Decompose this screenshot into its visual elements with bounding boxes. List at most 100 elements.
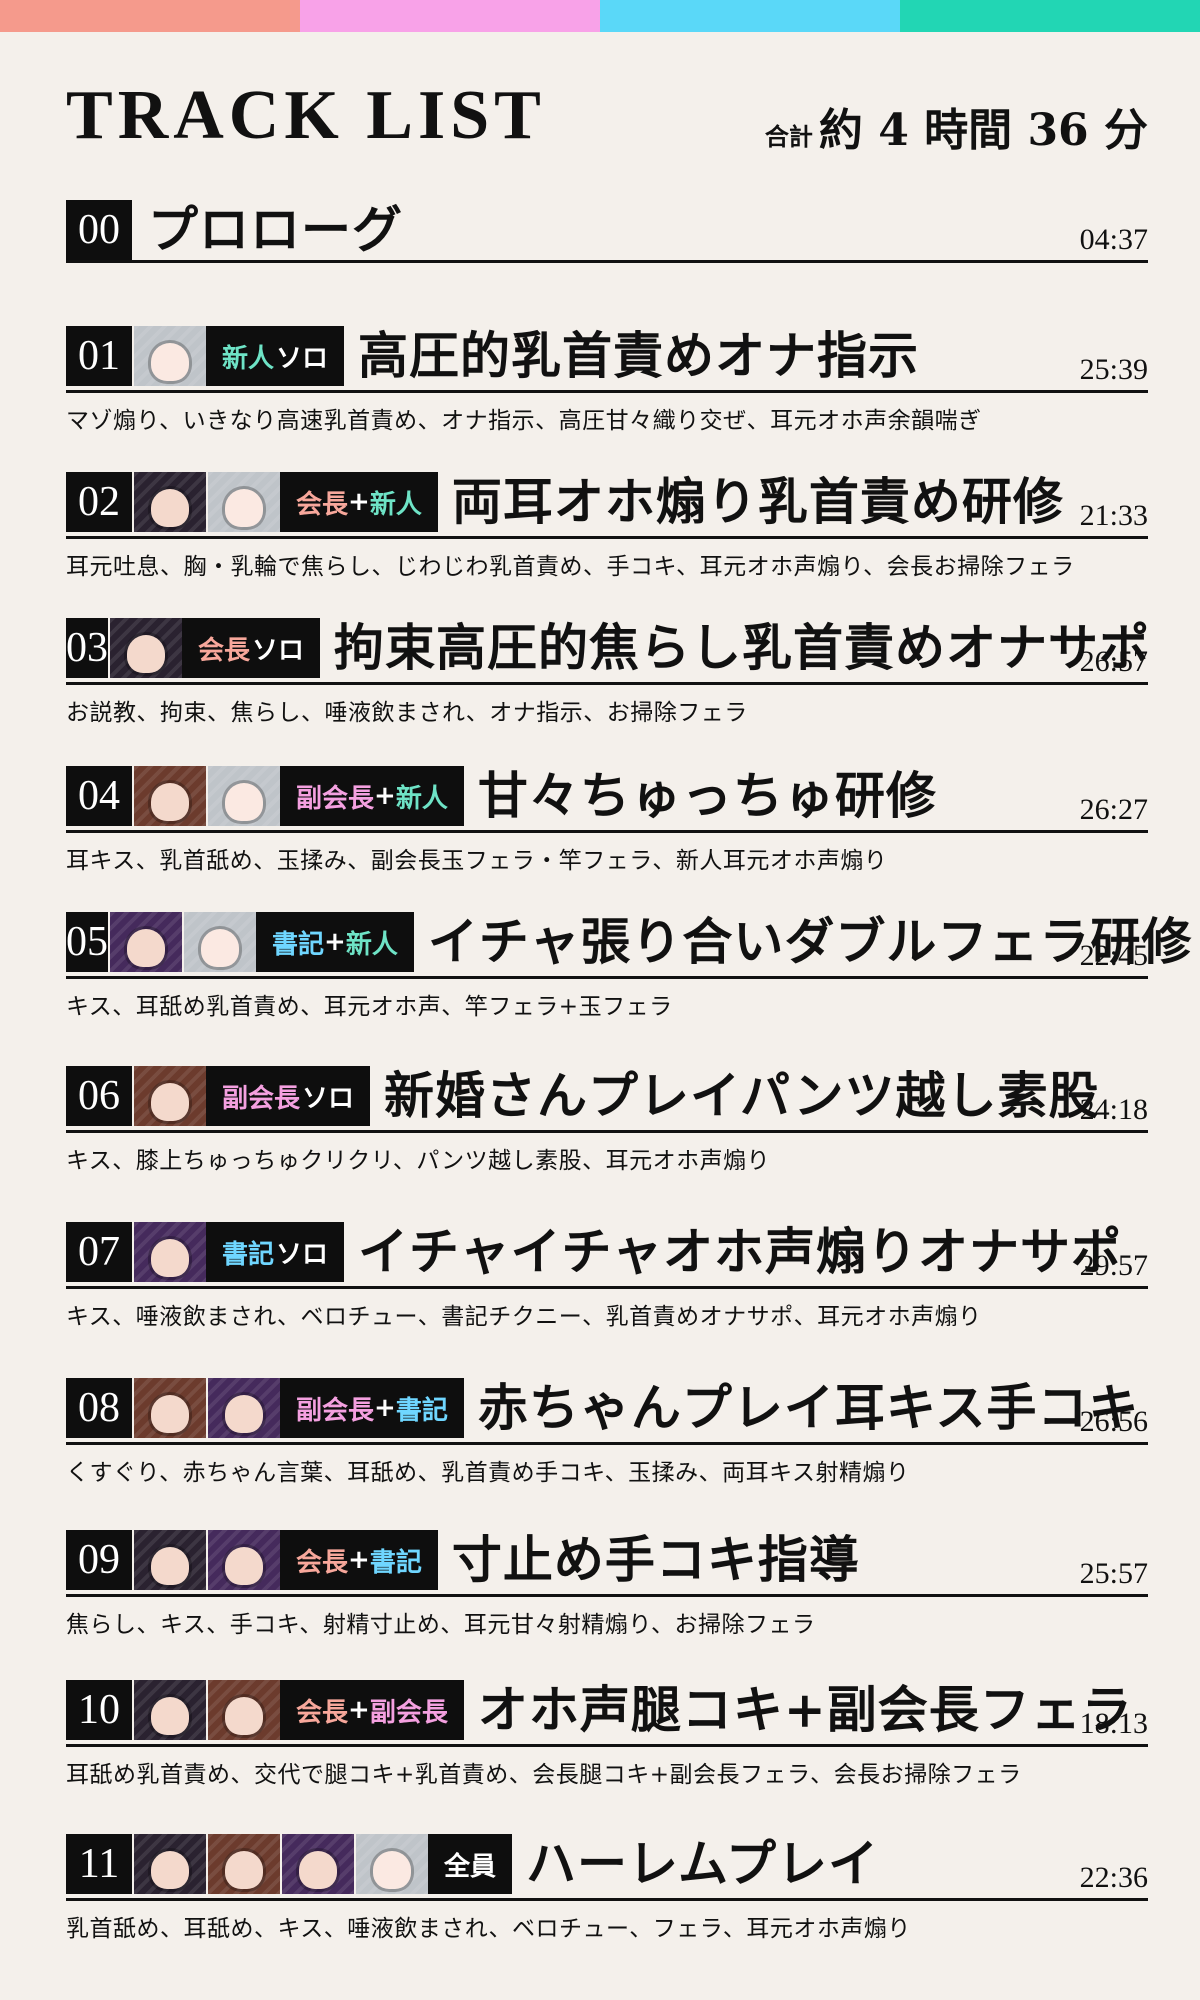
track-header: 03 会長 ソロ 拘束高圧的焦らし乳首責めオナサポ 26:57 (66, 618, 1151, 685)
track-row[interactable]: 06 副会長 ソロ 新婚さんプレイパンツ越し素股 24:18 キス、膝上ちゅっちゅクリクリ… (66, 1066, 1148, 1175)
character-fuku-thumbnail (134, 1066, 206, 1126)
color-bar-segment (600, 0, 900, 32)
track-row[interactable]: 00 プロローグ 04:37 (66, 200, 1148, 263)
character-thumbnails (132, 472, 280, 532)
track-title: 拘束高圧的焦らし乳首責めオナサポ (334, 618, 1151, 677)
character-kaicho-thumbnail (134, 472, 206, 532)
track-header: 06 副会長 ソロ 新婚さんプレイパンツ越し素股 24:18 (66, 1066, 1148, 1133)
role-badge: 会長 + 書記 (280, 1530, 438, 1590)
character-face-icon (201, 929, 239, 967)
role-badge-part: 会長 (296, 489, 349, 520)
track-description: 乳首舐め、耳舐め、キス、唾液飲まされ、ベロチュー、フェラ、耳元オホ声煽り (66, 1916, 911, 1942)
track-header: 07 書記 ソロ イチャイチャオホ声煽りオナサポ 29:57 (66, 1222, 1148, 1289)
track-description: キス、耳舐め乳首責め、耳元オホ声、竿フェラ+玉フェラ (66, 994, 673, 1020)
role-badge-part: 会長 (296, 1547, 349, 1578)
character-kaicho-thumbnail (110, 618, 182, 678)
role-badge-part: 全員 (444, 1851, 497, 1882)
character-shoki-thumbnail (208, 1378, 280, 1438)
track-row[interactable]: 09 会長 + 書記 寸止め手コキ指導 25:57 焦らし、キス、手コキ、射精寸止め、耳元甘… (66, 1530, 1148, 1639)
character-face-icon (151, 1547, 189, 1585)
character-thumbnails (132, 1680, 280, 1740)
track-row[interactable]: 02 会長 + 新人 両耳オホ煽り乳首責め研修 21:33 耳元吐息、胸・乳輪で焦らし、じわ… (66, 472, 1148, 581)
role-badge: 書記 + 新人 (256, 912, 414, 972)
track-title: プロローグ (148, 200, 403, 259)
track-description: くすぐり、赤ちゃん言葉、耳舐め、乳首責め手コキ、玉揉み、両耳キス射精煽り (66, 1460, 910, 1486)
character-face-icon (151, 1239, 189, 1277)
role-badge-part: ソロ (276, 343, 329, 374)
total-value: 約 4 時間 36 分 (818, 105, 1148, 156)
role-badge-part: ソロ (302, 1083, 355, 1114)
character-kaicho-thumbnail (134, 1834, 206, 1894)
track-number: 00 (66, 200, 132, 260)
role-badge: 全員 (428, 1834, 513, 1894)
track-description: マゾ煽り、いきなり高速乳首責め、オナ指示、高圧甘々織り交ぜ、耳元オホ声余韻喘ぎ (66, 408, 982, 434)
role-badge-part: 会長 (198, 635, 251, 666)
role-badge-part: 副会長 (296, 1395, 375, 1426)
role-badge: 新人 ソロ (206, 326, 345, 386)
role-badge-part: 副会長 (369, 1697, 448, 1728)
track-description: 耳舐め乳首責め、交代で腿コキ+乳首責め、会長腿コキ+副会長フェラ、会長お掃除フェ… (66, 1762, 1022, 1788)
track-row[interactable]: 05 書記 + 新人 イチャ張り合いダブルフェラ研修 22:45 キス、耳舐め乳首責め、耳元… (66, 912, 1191, 1021)
role-badge: 書記 ソロ (206, 1222, 345, 1282)
track-duration: 25:39 (1079, 353, 1148, 386)
character-thumbnails (132, 1066, 206, 1126)
role-badge-part: 新人 (222, 343, 275, 374)
track-duration: 18:13 (1079, 1707, 1148, 1740)
track-header: 11 全員 ハーレムプレイ 22:36 (66, 1834, 1148, 1901)
track-header: 10 会長 + 副会長 オホ声腿コキ+副会長フェラ 18:13 (66, 1680, 1148, 1747)
role-badge-part: ソロ (252, 635, 305, 666)
color-bar-segment (300, 0, 600, 32)
track-title: 高圧的乳首責めオナ指示 (358, 326, 920, 385)
track-row[interactable]: 01 新人 ソロ 高圧的乳首責めオナ指示 25:39 マゾ煽り、いきなり高速乳首責め、オナ… (66, 326, 1148, 435)
character-face-icon (151, 1851, 189, 1889)
role-badge-part: + (374, 781, 396, 811)
character-shoki-thumbnail (282, 1834, 354, 1894)
character-shoki-thumbnail (208, 1530, 280, 1590)
track-row[interactable]: 04 副会長 + 新人 甘々ちゅっちゅ研修 26:27 耳キス、乳首舐め、玉揉み、副会長玉フ… (66, 766, 1148, 875)
track-header: 00 プロローグ 04:37 (66, 200, 1148, 263)
role-badge-part: 書記 (395, 1395, 448, 1426)
character-thumbnails (132, 1834, 428, 1894)
track-title: 寸止め手コキ指導 (451, 1530, 860, 1589)
character-face-icon (225, 1395, 263, 1433)
track-title: イチャ張り合いダブルフェラ研修 (427, 912, 1193, 971)
character-face-icon (225, 489, 263, 527)
character-shinjin-thumbnail (356, 1834, 428, 1894)
role-badge-part: + (348, 1695, 370, 1725)
role-badge-part: 書記 (222, 1239, 275, 1270)
track-duration: 25:57 (1079, 1557, 1148, 1590)
character-face-icon (225, 783, 263, 821)
track-number: 08 (66, 1378, 132, 1438)
role-badge-part: + (324, 927, 346, 957)
role-badge-part: 副会長 (296, 783, 375, 814)
character-fuku-thumbnail (208, 1680, 280, 1740)
track-title: 赤ちゃんプレイ耳キス手コキ (477, 1378, 1140, 1437)
track-header: 09 会長 + 書記 寸止め手コキ指導 25:57 (66, 1530, 1148, 1597)
track-row[interactable]: 03 会長 ソロ 拘束高圧的焦らし乳首責めオナサポ 26:57 お説教、拘束、焦らし、唾液… (66, 618, 1151, 727)
total-label: 合計 (764, 123, 813, 151)
track-duration: 22:36 (1079, 1861, 1148, 1894)
track-description: お説教、拘束、焦らし、唾液飲まされ、オナ指示、お掃除フェラ (66, 700, 748, 726)
page-title: TRACK LIST (66, 77, 546, 154)
character-shinjin-thumbnail (208, 472, 280, 532)
track-row[interactable]: 08 副会長 + 書記 赤ちゃんプレイ耳キス手コキ 26:56 くすぐり、赤ちゃん言葉、耳舐… (66, 1378, 1148, 1487)
character-face-icon (151, 343, 189, 381)
track-duration: 26:27 (1079, 793, 1148, 826)
role-badge-part: + (348, 487, 370, 517)
character-face-icon (225, 1697, 263, 1735)
character-kaicho-thumbnail (134, 1530, 206, 1590)
role-badge-part: 会長 (296, 1697, 349, 1728)
character-shoki-thumbnail (134, 1222, 206, 1282)
track-title: 新婚さんプレイパンツ越し素股 (384, 1066, 1100, 1125)
track-row[interactable]: 11 全員 ハーレムプレイ 22:36 乳首舐め、耳舐め、キス、唾液飲まされ、ベロチュー… (66, 1834, 1148, 1943)
track-number: 06 (66, 1066, 132, 1126)
track-header: 02 会長 + 新人 両耳オホ煽り乳首責め研修 21:33 (66, 472, 1148, 539)
track-row[interactable]: 10 会長 + 副会長 オホ声腿コキ+副会長フェラ 18:13 耳舐め乳首責め、交代で腿コキ… (66, 1680, 1148, 1789)
track-row[interactable]: 07 書記 ソロ イチャイチャオホ声煽りオナサポ 29:57 キス、唾液飲まされ、ベロチュ… (66, 1222, 1148, 1331)
character-face-icon (151, 489, 189, 527)
character-thumbnails (132, 1222, 206, 1282)
track-description: キス、唾液飲まされ、ベロチュー、書記チクニー、乳首責めオナサポ、耳元オホ声煽り (66, 1304, 982, 1330)
track-number: 03 (66, 618, 108, 678)
track-number: 02 (66, 472, 132, 532)
role-badge: 副会長 + 新人 (280, 766, 464, 826)
